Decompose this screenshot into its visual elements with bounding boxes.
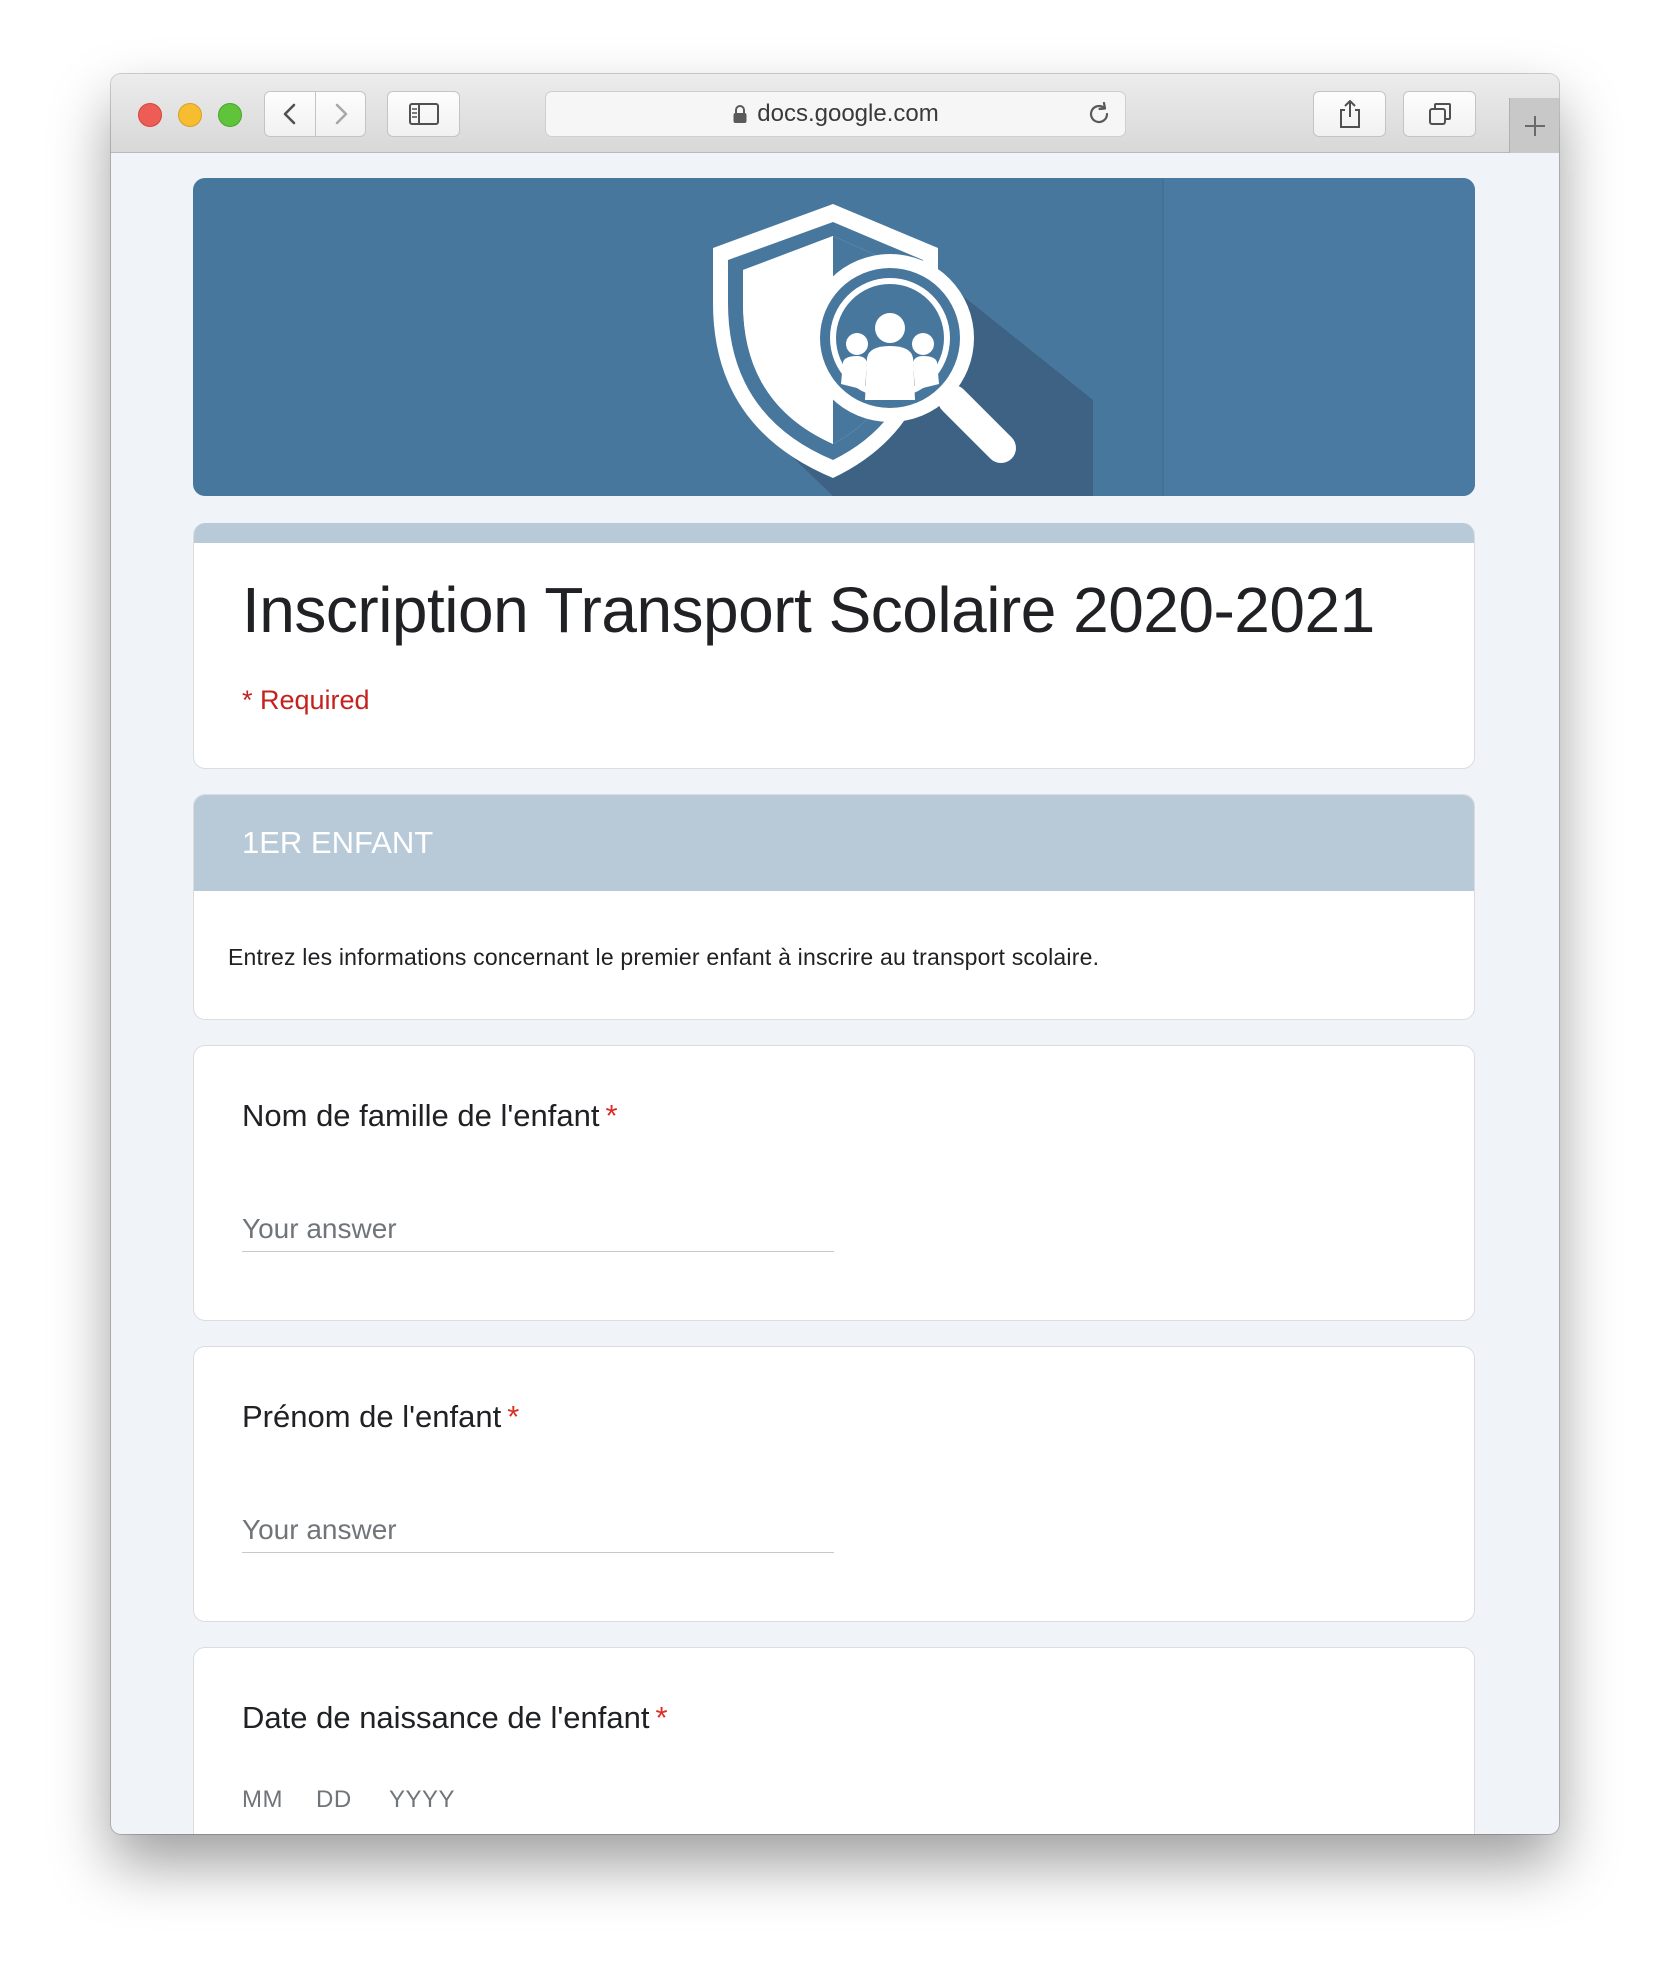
question-card-birth-date: Date de naissance de l'enfant * MM DD YYY…	[193, 1647, 1475, 1834]
form-title-card: Inscription Transport Scolaire 2020-2021…	[193, 523, 1475, 769]
browser-window: docs.google.com Inscription Transport Sc…	[111, 74, 1559, 1834]
question-title: Prénom de l'enfant *	[242, 1399, 519, 1435]
month-input[interactable]: MM	[242, 1786, 316, 1814]
share-button[interactable]	[1313, 91, 1386, 137]
question-label: Prénom de l'enfant	[242, 1399, 502, 1434]
new-tab-button[interactable]	[1509, 98, 1559, 153]
shield-magnifier-icon	[713, 178, 1475, 496]
sidebar-icon	[408, 103, 439, 125]
tabs-icon	[1428, 103, 1451, 125]
year-input[interactable]: YYYY	[389, 1786, 479, 1814]
last-name-input[interactable]	[242, 1196, 834, 1252]
chevron-left-icon	[283, 103, 296, 125]
tabs-overview-button[interactable]	[1403, 91, 1476, 137]
section-description: Entrez les informations concernant le pr…	[228, 944, 1100, 970]
first-name-input[interactable]	[242, 1497, 834, 1553]
question-card-last-name: Nom de famille de l'enfant *	[193, 1045, 1475, 1321]
birth-date-field: MM DD YYYY	[242, 1786, 479, 1814]
section-heading: 1ER ENFANT	[194, 795, 1474, 891]
share-icon	[1339, 100, 1360, 128]
back-button[interactable]	[264, 91, 316, 137]
required-star: *	[507, 1399, 520, 1434]
required-note: * Required	[242, 685, 370, 715]
chevron-right-icon	[335, 103, 347, 125]
question-label: Date de naissance de l'enfant	[242, 1700, 650, 1735]
browser-toolbar: docs.google.com	[111, 74, 1559, 153]
title-card-accent-bar	[194, 523, 1474, 543]
lock-icon	[732, 104, 748, 124]
day-input[interactable]: DD	[316, 1786, 389, 1814]
section-card: 1ER ENFANT Entrez les informations conce…	[193, 794, 1475, 1020]
form-header-banner	[193, 178, 1475, 496]
minimize-window-button[interactable]	[178, 103, 202, 127]
url-text: docs.google.com	[757, 100, 939, 127]
question-title: Date de naissance de l'enfant *	[242, 1700, 668, 1736]
page-content: Inscription Transport Scolaire 2020-2021…	[111, 154, 1559, 1834]
reload-icon[interactable]	[1085, 100, 1113, 135]
zoom-window-button[interactable]	[218, 103, 242, 127]
sidebar-toggle-button[interactable]	[387, 91, 460, 137]
close-window-button[interactable]	[138, 103, 162, 127]
forward-button[interactable]	[315, 91, 366, 137]
required-star: *	[655, 1700, 668, 1735]
question-title: Nom de famille de l'enfant *	[242, 1098, 618, 1134]
question-label: Nom de famille de l'enfant	[242, 1098, 600, 1133]
plus-icon	[1524, 115, 1545, 136]
address-bar[interactable]: docs.google.com	[545, 91, 1126, 137]
form-title: Inscription Transport Scolaire 2020-2021	[242, 574, 1375, 646]
question-card-first-name: Prénom de l'enfant *	[193, 1346, 1475, 1622]
required-star: *	[605, 1098, 618, 1133]
